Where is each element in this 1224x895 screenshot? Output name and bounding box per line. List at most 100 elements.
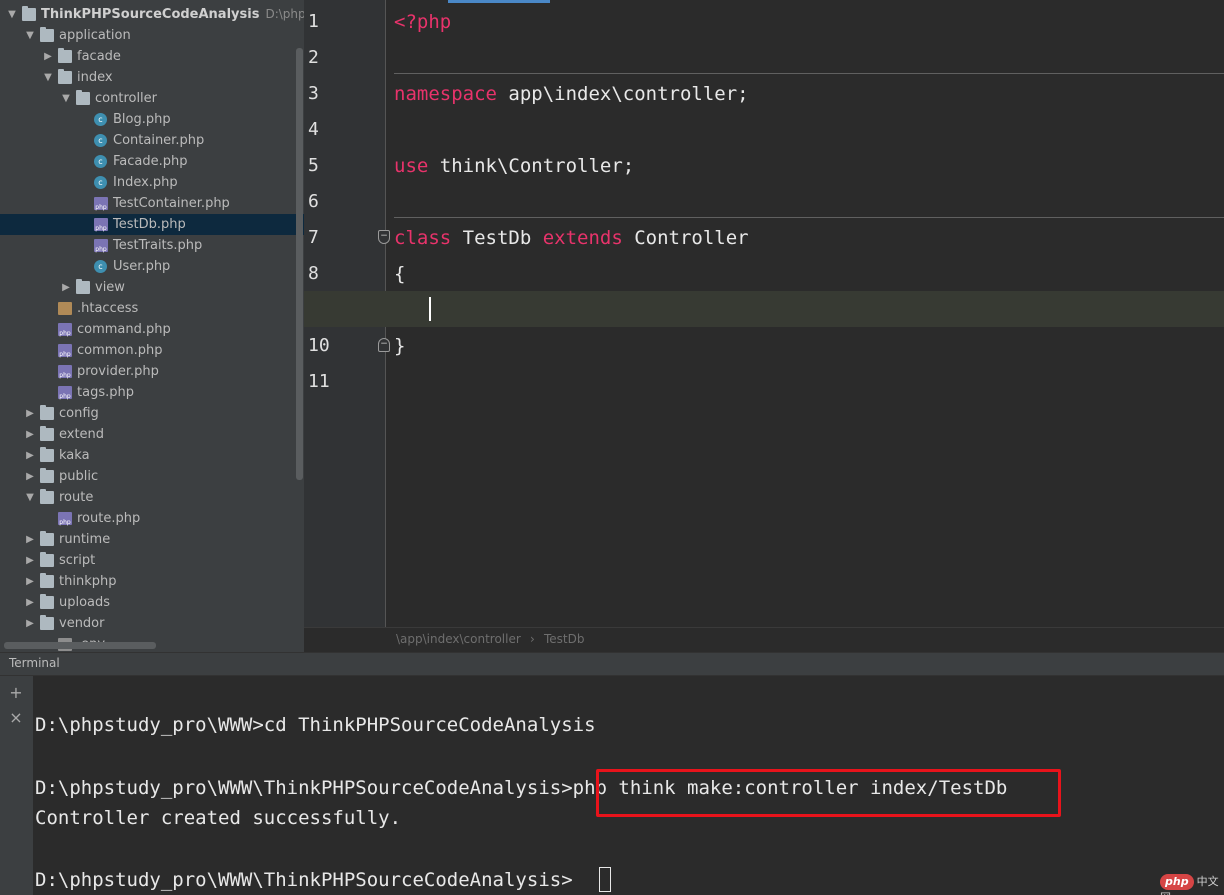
tree-item[interactable]: c User.php [0,256,304,277]
project-name: ThinkPHPSourceCodeAnalysis [41,7,260,22]
php-file-icon [58,323,72,337]
chevron-right-icon[interactable]: ▶ [24,403,36,424]
tree-item-label: provider.php [77,364,159,379]
folder-icon [40,489,54,504]
tree-item[interactable]: ▶ vendor [0,613,304,634]
tree-item-label: tags.php [77,385,134,400]
tree-item[interactable]: ▶ extend [0,424,304,445]
tree-item[interactable]: ▶ kaka [0,445,304,466]
code-line[interactable]: use think\Controller; [394,148,634,184]
tree-item[interactable]: ▼ index [0,67,304,88]
code-text: } [394,335,406,357]
chevron-right-icon[interactable]: ▶ [24,445,36,466]
folder-icon [40,447,54,462]
tree-item[interactable]: .htaccess [0,298,304,319]
code-keyword: class [394,227,452,249]
htaccess-file-icon [58,302,72,315]
tree-item[interactable]: c Facade.php [0,151,304,172]
terminal-title[interactable]: Terminal [9,656,60,670]
folder-icon [40,468,54,483]
chevron-right-icon[interactable]: ▶ [24,550,36,571]
php-class-icon: c [94,176,107,189]
folder-icon [22,6,36,21]
tree-item[interactable]: ▼ application [0,25,304,46]
terminal-line: Controller created successfully. [35,807,402,829]
folder-icon [40,594,54,609]
tree-item[interactable]: TestContainer.php [0,193,304,214]
folder-icon [40,615,54,630]
folder-icon [58,48,72,63]
tree-item[interactable]: c Container.php [0,130,304,151]
tree-item-label: view [95,280,125,295]
chevron-right-icon[interactable]: ▶ [24,571,36,592]
chevron-right-icon[interactable]: ▶ [24,613,36,634]
chevron-right-icon[interactable]: ▶ [60,277,72,298]
close-icon[interactable]: × [7,709,25,727]
tree-horizontal-scrollbar[interactable] [4,642,156,649]
tree-item[interactable]: TestTraits.php [0,235,304,256]
project-tree: ▼ThinkPHPSourceCodeAnalysisD:\phpstudy_▼… [0,4,304,652]
chevron-down-icon[interactable]: ▼ [42,67,54,88]
code-line[interactable]: <?php [394,4,451,40]
tree-item[interactable]: route.php [0,508,304,529]
breadcrumb-class[interactable]: TestDb [544,628,585,650]
chevron-down-icon[interactable]: ▼ [6,4,18,25]
folder-icon [76,90,90,105]
php-file-icon [94,239,108,253]
line-number: 10 [308,335,330,356]
tree-item[interactable]: ▶ facade [0,46,304,67]
tree-item[interactable]: command.php [0,319,304,340]
tree-item[interactable]: ▶ view [0,277,304,298]
tree-item[interactable]: c Index.php [0,172,304,193]
tree-item[interactable]: tags.php [0,382,304,403]
code-text: think\Controller; [428,155,635,177]
code-text: app\index\controller; [496,83,749,105]
chevron-right-icon[interactable]: ▶ [24,592,36,613]
tree-root[interactable]: ▼ ThinkPHPSourceCodeAnalysis D:\phpstudy_ [0,4,304,25]
tree-item-label: config [59,406,99,421]
fold-close-icon[interactable]: − [378,338,390,352]
terminal-output[interactable]: D:\phpstudy_pro\WWW>cd ThinkPHPSourceCod… [33,676,1224,895]
watermark: php中文网 [1160,874,1224,895]
code-line[interactable]: namespace app\index\controller; [394,76,749,112]
code-editor[interactable]: 1234567891011 <?phpnamespace app\index\c… [304,0,1224,627]
terminal-prompt: D:\phpstudy_pro\WWW\ThinkPHPSourceCodeAn… [35,869,573,891]
chevron-down-icon[interactable]: ▼ [24,487,36,508]
fold-open-icon[interactable]: − [378,230,390,244]
terminal-prompt: D:\phpstudy_pro\WWW\ThinkPHPSourceCodeAn… [35,777,573,799]
chevron-right-icon[interactable]: ▶ [24,466,36,487]
tree-vertical-scrollbar[interactable] [296,48,303,480]
php-class-icon: c [94,260,107,273]
terminal-cursor [599,867,611,892]
tree-item[interactable]: c Blog.php [0,109,304,130]
tree-item-label: .htaccess [77,301,139,316]
chevron-right-icon[interactable]: ▶ [42,46,54,67]
code-line[interactable]: } [394,328,405,364]
tree-item[interactable]: ▶ uploads [0,592,304,613]
tree-item[interactable]: ▼ controller [0,88,304,109]
code-line[interactable]: class TestDb extends Controller [394,220,749,256]
project-tree-panel: ▼ThinkPHPSourceCodeAnalysisD:\phpstudy_▼… [0,0,304,652]
tree-item[interactable]: ▶ runtime [0,529,304,550]
tree-item-label: uploads [59,595,111,610]
tree-item[interactable]: ▶ script [0,550,304,571]
tree-item[interactable]: TestDb.php [0,214,304,235]
tree-item[interactable]: ▶ thinkphp [0,571,304,592]
line-number: 7 [308,227,319,248]
tree-item[interactable]: ▶ config [0,403,304,424]
chevron-down-icon[interactable]: ▼ [60,88,72,109]
code-line[interactable]: { [394,256,405,292]
add-icon[interactable]: + [7,684,25,702]
editor-breadcrumb: \app\index\controller › TestDb [304,627,1224,651]
tree-item-label: Index.php [113,175,178,190]
chevron-right-icon[interactable]: ▶ [24,529,36,550]
tree-item[interactable]: ▼ route [0,487,304,508]
tree-item[interactable]: common.php [0,340,304,361]
tree-item-label: public [59,469,99,484]
tree-item[interactable]: ▶ public [0,466,304,487]
chevron-down-icon[interactable]: ▼ [24,25,36,46]
php-logo: php [1160,874,1194,890]
chevron-right-icon[interactable]: ▶ [24,424,36,445]
tree-item[interactable]: provider.php [0,361,304,382]
breadcrumb-namespace[interactable]: \app\index\controller [396,628,521,650]
